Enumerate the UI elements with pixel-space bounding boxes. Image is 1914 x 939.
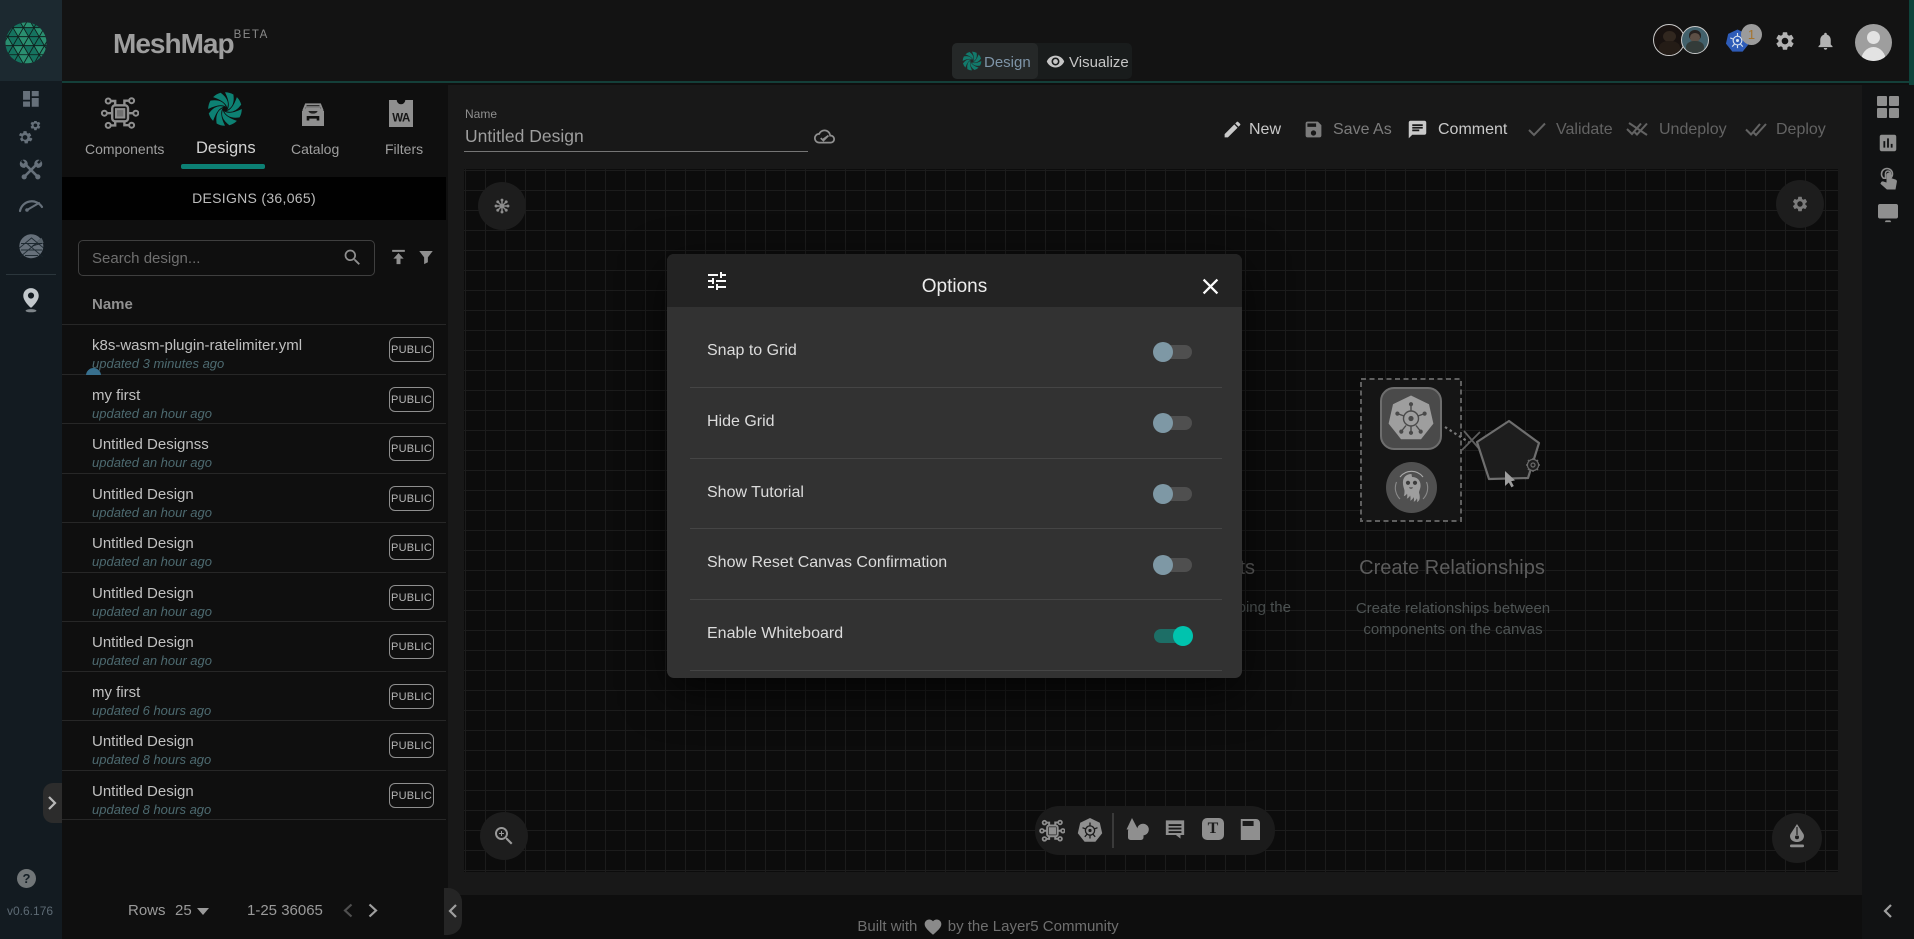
svg-text:WA: WA	[392, 113, 410, 125]
